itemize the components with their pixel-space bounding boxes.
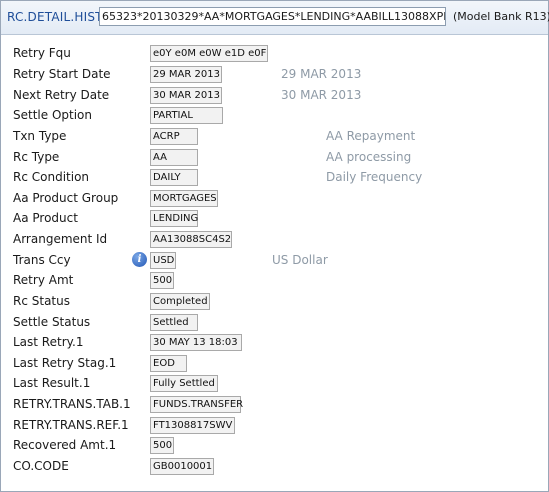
field-value-last-retry: 30 MAY 13 18:03 bbox=[150, 334, 242, 351]
field-value-arrangement-id: AA13088SC4S2 bbox=[150, 231, 232, 248]
field-label-retry-amt: Retry Amt bbox=[13, 273, 74, 287]
field-value-next-retry-date: 30 MAR 2013 bbox=[150, 87, 222, 104]
field-label-retry-fqu: Retry Fqu bbox=[13, 46, 71, 60]
field-value-retry-amt: 500 bbox=[150, 272, 174, 289]
field-value-rc-condition: DAILY bbox=[150, 169, 198, 186]
field-value-rc-type: AA bbox=[150, 149, 198, 166]
field-label-next-retry-date: Next Retry Date bbox=[13, 88, 110, 102]
field-label-rc-status: Rc Status bbox=[13, 294, 70, 308]
field-desc-rc-condition: Daily Frequency bbox=[326, 170, 423, 184]
field-label-co-code: CO.CODE bbox=[13, 459, 69, 473]
field-value-trans-ccy: USD bbox=[150, 252, 176, 269]
field-label-rc-condition: Rc Condition bbox=[13, 170, 90, 184]
field-label-last-result: Last Result.1 bbox=[13, 376, 91, 390]
field-value-retry-trans-tab: FUNDS.TRANSFER bbox=[150, 396, 243, 413]
field-value-retry-fqu: e0Y e0M e0W e1D e0F bbox=[150, 45, 268, 62]
field-desc-rc-type: AA processing bbox=[326, 150, 412, 164]
title-bar: RC.DETAIL.HIST 65323*20130329*AA*MORTGAG… bbox=[1, 1, 549, 35]
field-label-arrangement-id: Arrangement Id bbox=[13, 232, 108, 246]
field-label-aa-product-group: Aa Product Group bbox=[13, 191, 119, 205]
application-name: RC.DETAIL.HIST bbox=[7, 10, 103, 24]
field-label-settle-option: Settle Option bbox=[13, 108, 92, 122]
field-value-rc-status: Completed bbox=[150, 293, 210, 310]
detail-window: RC.DETAIL.HIST 65323*20130329*AA*MORTGAG… bbox=[0, 0, 549, 492]
field-desc-next-retry-date: 30 MAR 2013 bbox=[281, 88, 362, 102]
field-desc-retry-start-date: 29 MAR 2013 bbox=[281, 67, 362, 81]
field-desc-trans-ccy: US Dollar bbox=[272, 253, 328, 267]
field-value-settle-option: PARTIAL bbox=[150, 107, 223, 124]
model-bank-label: (Model Bank R13) bbox=[453, 10, 549, 23]
record-id-field[interactable]: 65323*20130329*AA*MORTGAGES*LENDING*AABI… bbox=[99, 7, 446, 26]
field-label-rc-type: Rc Type bbox=[13, 150, 60, 164]
field-value-last-result: Fully Settled bbox=[150, 375, 218, 392]
field-value-retry-trans-ref: FT1308817SWV bbox=[150, 417, 235, 434]
field-label-trans-ccy: Trans Ccy bbox=[13, 253, 71, 267]
field-value-aa-product: LENDING bbox=[150, 210, 198, 227]
field-label-retry-start-date: Retry Start Date bbox=[13, 67, 111, 81]
field-label-recovered-amt: Recovered Amt.1 bbox=[13, 438, 117, 452]
field-value-recovered-amt: 500 bbox=[150, 437, 174, 454]
field-label-retry-trans-ref: RETRY.TRANS.REF.1 bbox=[13, 418, 129, 432]
field-desc-txn-type: AA Repayment bbox=[326, 129, 416, 143]
detail-form: Retry Fqu e0Y e0M e0W e1D e0F Retry Star… bbox=[1, 35, 548, 491]
field-value-settle-status: Settled bbox=[150, 314, 198, 331]
info-icon[interactable]: i bbox=[132, 252, 147, 267]
field-label-last-retry: Last Retry.1 bbox=[13, 335, 84, 349]
field-value-retry-start-date: 29 MAR 2013 bbox=[150, 66, 222, 83]
field-value-co-code: GB0010001 bbox=[150, 458, 214, 475]
field-value-aa-product-group: MORTGAGES bbox=[150, 190, 218, 207]
field-value-txn-type: ACRP bbox=[150, 128, 198, 145]
field-label-settle-status: Settle Status bbox=[13, 315, 91, 329]
field-value-last-retry-stag: EOD bbox=[150, 355, 187, 372]
field-label-last-retry-stag: Last Retry Stag.1 bbox=[13, 356, 117, 370]
field-label-aa-product: Aa Product bbox=[13, 211, 78, 225]
field-label-txn-type: Txn Type bbox=[13, 129, 67, 143]
field-label-retry-trans-tab: RETRY.TRANS.TAB.1 bbox=[13, 397, 131, 411]
